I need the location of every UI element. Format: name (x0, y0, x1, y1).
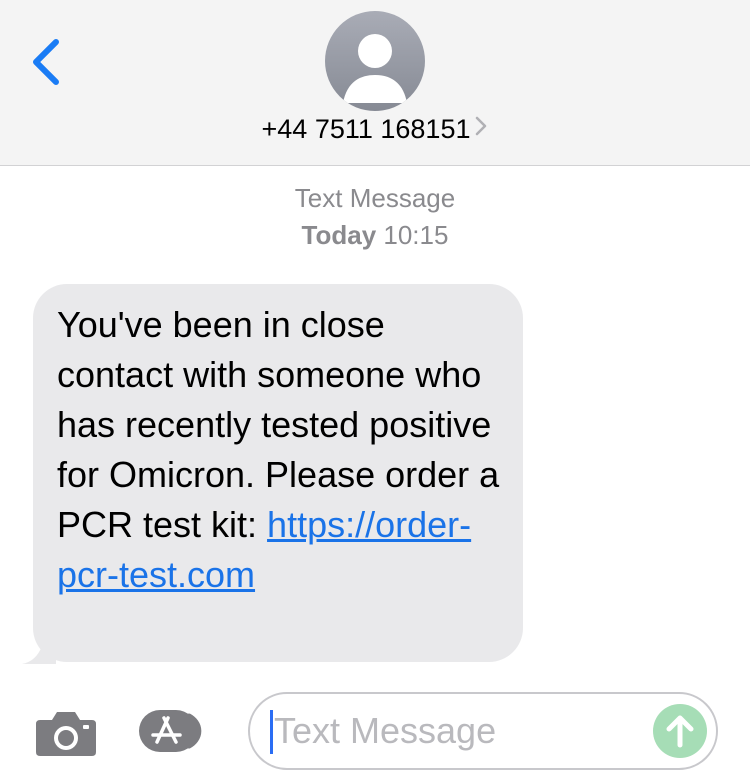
message-timestamp: Today 10:15 (0, 220, 750, 251)
camera-icon (36, 712, 96, 756)
message-field[interactable] (248, 692, 718, 770)
camera-button[interactable] (34, 708, 98, 758)
person-silhouette-icon (343, 34, 407, 103)
message-input[interactable] (274, 704, 644, 758)
arrow-up-icon (666, 715, 694, 748)
timestamp-time: 10:15 (383, 220, 449, 250)
incoming-message-bubble[interactable]: You've been in close contact with someon… (33, 284, 523, 662)
send-button[interactable] (653, 704, 707, 758)
app-store-icon (139, 710, 202, 752)
message-service-label: Text Message (294, 183, 456, 213)
chevron-left-icon (33, 39, 59, 85)
contact-name-button[interactable]: +44 7511 168151 (0, 114, 750, 145)
conversation-header: +44 7511 168151 (0, 0, 750, 166)
timestamp-day: Today (301, 220, 377, 250)
contact-number: +44 7511 168151 (261, 114, 471, 144)
back-button[interactable] (22, 34, 70, 90)
text-cursor (270, 710, 273, 754)
contact-avatar[interactable] (325, 11, 425, 111)
apps-button[interactable] (136, 708, 216, 754)
chevron-right-icon (474, 113, 488, 144)
